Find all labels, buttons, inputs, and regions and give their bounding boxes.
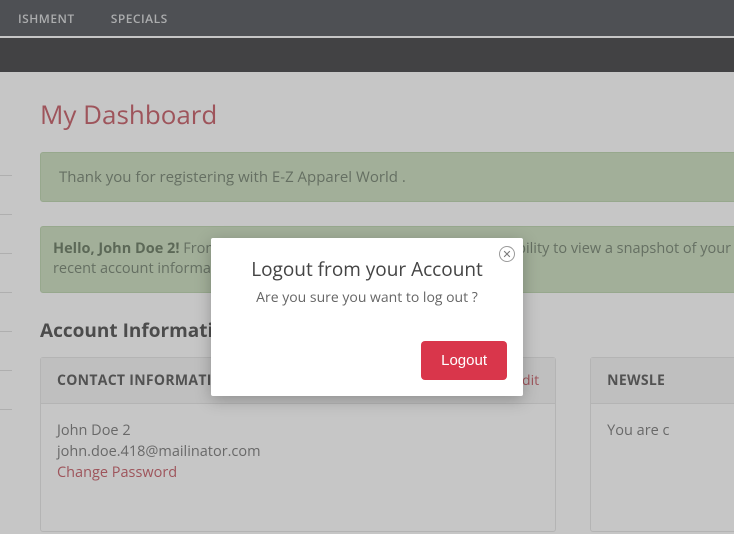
modal-overlay: ✕ Logout from your Account Are you sure … — [0, 0, 734, 534]
modal-actions: Logout — [227, 341, 507, 380]
logout-modal: ✕ Logout from your Account Are you sure … — [211, 238, 523, 396]
close-icon[interactable]: ✕ — [499, 246, 515, 262]
modal-message: Are you sure you want to log out ? — [227, 288, 507, 307]
modal-title: Logout from your Account — [227, 256, 507, 282]
logout-button[interactable]: Logout — [421, 341, 507, 380]
